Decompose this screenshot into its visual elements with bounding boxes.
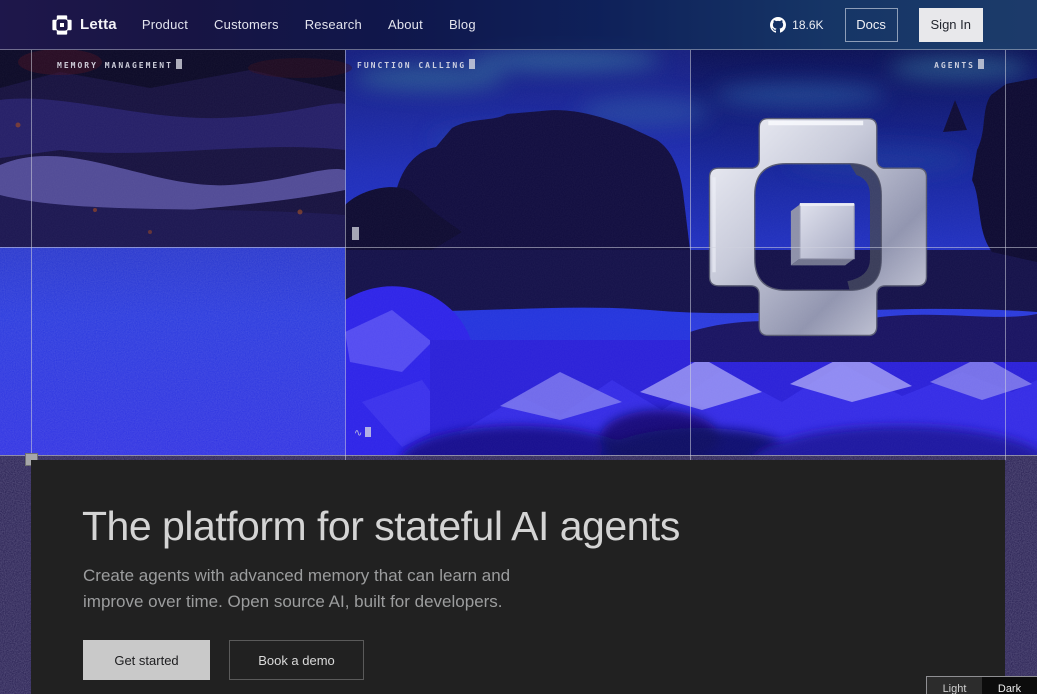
grid-vline-1 — [31, 50, 32, 460]
hero-label-agents: AGENTS — [934, 59, 984, 70]
grid-vline-2 — [345, 50, 346, 460]
nav-link-customers[interactable]: Customers — [214, 17, 279, 32]
theme-dark-button[interactable]: Dark — [982, 677, 1037, 694]
subtitle-line-1: Create agents with advanced memory that … — [83, 563, 510, 589]
grid-vline-3 — [690, 50, 691, 460]
nav-link-product[interactable]: Product — [142, 17, 188, 32]
cursor-block — [176, 59, 182, 69]
nav-link-about[interactable]: About — [388, 17, 423, 32]
brand-logo[interactable]: Letta — [52, 15, 117, 35]
letta-logo-icon — [52, 15, 72, 35]
grid-hline-mid — [0, 247, 1037, 248]
nav-right: 18.6K Docs Sign In — [770, 8, 983, 42]
cta-row: Get started Book a demo — [83, 640, 364, 680]
cursor-block — [352, 227, 359, 240]
top-nav: Letta Product Customers Research About B… — [0, 0, 1037, 50]
hero-label-function-calling: FUNCTION CALLING — [357, 59, 475, 70]
book-demo-button[interactable]: Book a demo — [229, 640, 364, 680]
github-stars-link[interactable]: 18.6K — [770, 17, 823, 33]
signin-button[interactable]: Sign In — [919, 8, 983, 42]
grid-hline-bottom — [0, 455, 1037, 456]
nav-link-research[interactable]: Research — [305, 17, 362, 32]
github-star-count: 18.6K — [792, 18, 823, 32]
theme-toggle: Light Dark — [926, 676, 1037, 694]
get-started-button[interactable]: Get started — [83, 640, 210, 680]
nav-link-blog[interactable]: Blog — [449, 17, 476, 32]
nav-links: Product Customers Research About Blog — [142, 17, 476, 32]
cursor-block — [365, 427, 371, 437]
waveform-glyph: ∿ — [354, 427, 371, 439]
github-icon — [770, 17, 786, 33]
brand-name: Letta — [80, 16, 117, 33]
page-subtitle: Create agents with advanced memory that … — [83, 563, 510, 615]
grid-vline-4 — [1005, 50, 1006, 460]
hero-label-memory-management: MEMORY MANAGEMENT — [57, 59, 182, 70]
hero-content-panel: The platform for stateful AI agents Crea… — [31, 460, 1005, 694]
page-title: The platform for stateful AI agents — [82, 503, 680, 550]
cursor-block — [978, 59, 984, 69]
docs-button[interactable]: Docs — [845, 8, 898, 42]
subtitle-line-2: improve over time. Open source AI, built… — [83, 589, 510, 615]
cursor-block — [469, 59, 475, 69]
theme-light-button[interactable]: Light — [927, 677, 982, 694]
